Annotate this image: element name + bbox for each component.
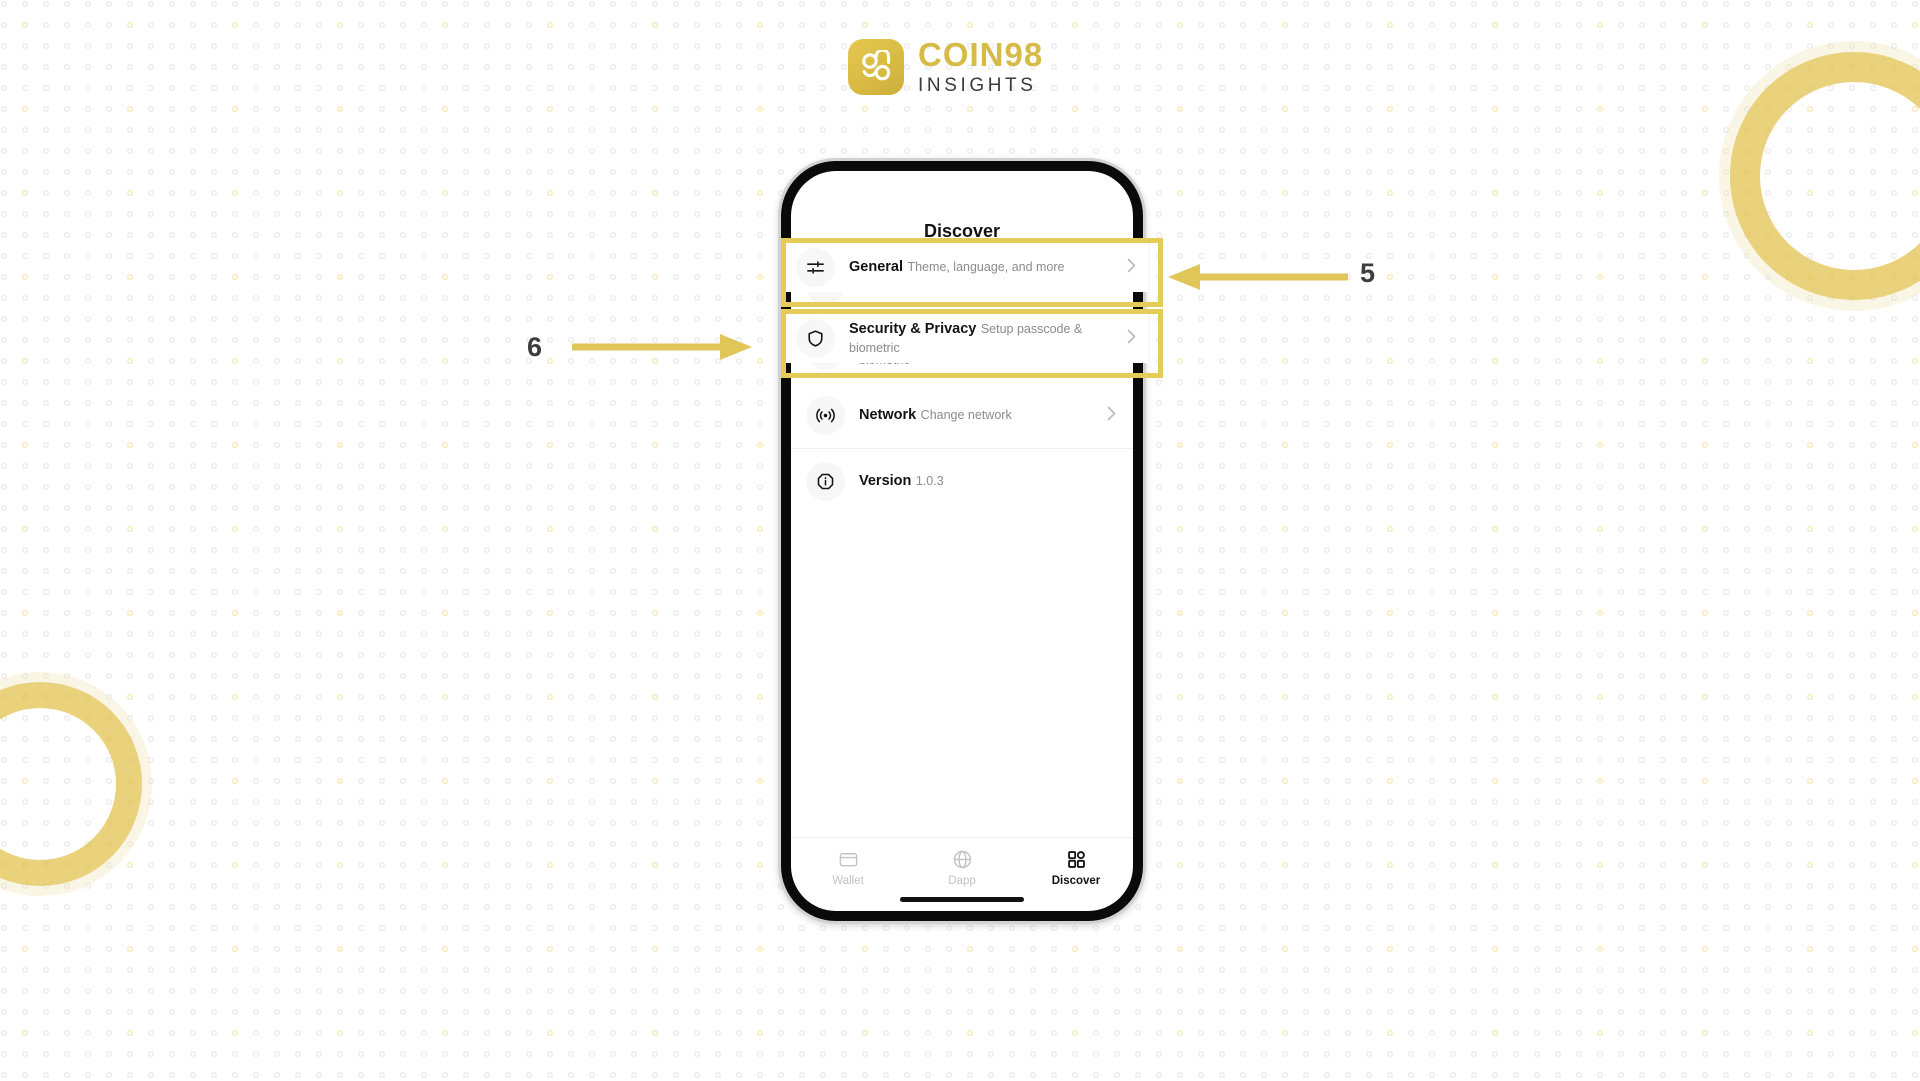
settings-row-subtitle: Change network [920,408,1012,423]
settings-row-network[interactable]: Network Change network [791,383,1133,448]
tab-label: Discover [1051,875,1101,887]
shield-icon [796,319,835,358]
tab-discover[interactable]: Discover [1019,849,1133,887]
annotation-arrow-6 [572,334,752,360]
brand-subtitle: INSIGHTS [918,75,1037,96]
chevron-right-icon [1127,329,1136,349]
tab-label: Wallet [832,875,864,887]
settings-row-title: Version [859,473,912,490]
tab-label: Dapp [948,875,976,887]
annotation-arrow-5 [1168,264,1348,290]
brand-logo: COIN98 INSIGHTS [848,38,1043,95]
settings-row-title: Security & Privacy [849,321,977,338]
broadcast-icon [806,396,845,435]
home-indicator [900,897,1024,902]
sliders-icon [796,248,835,287]
settings-row-title: General [849,259,903,276]
settings-row-title: Network [859,407,917,424]
settings-row-subtitle: Theme, language, and more [907,260,1065,275]
highlighted-row-security-privacy[interactable]: Security & Privacy Setup passcode & biom… [786,314,1148,363]
chevron-right-icon [1127,258,1136,278]
highlighted-row-general[interactable]: General Theme, language, and more [786,243,1148,292]
bottom-tab-bar: Wallet Dapp Discover [791,837,1133,892]
settings-row-subtitle: 1.0.3 [915,474,944,489]
info-icon [806,462,845,501]
page-title: Discover [923,221,1001,241]
annotation-number-6: 6 [527,332,543,362]
chevron-right-icon [1107,406,1116,426]
tab-dapp[interactable]: Dapp [905,849,1019,887]
tab-wallet[interactable]: Wallet [791,849,905,887]
annotation-number-5: 5 [1360,258,1376,288]
coin98-logo-icon [848,38,904,95]
brand-title: COIN98 [918,36,1044,73]
settings-row-version: Version 1.0.3 [791,448,1133,514]
